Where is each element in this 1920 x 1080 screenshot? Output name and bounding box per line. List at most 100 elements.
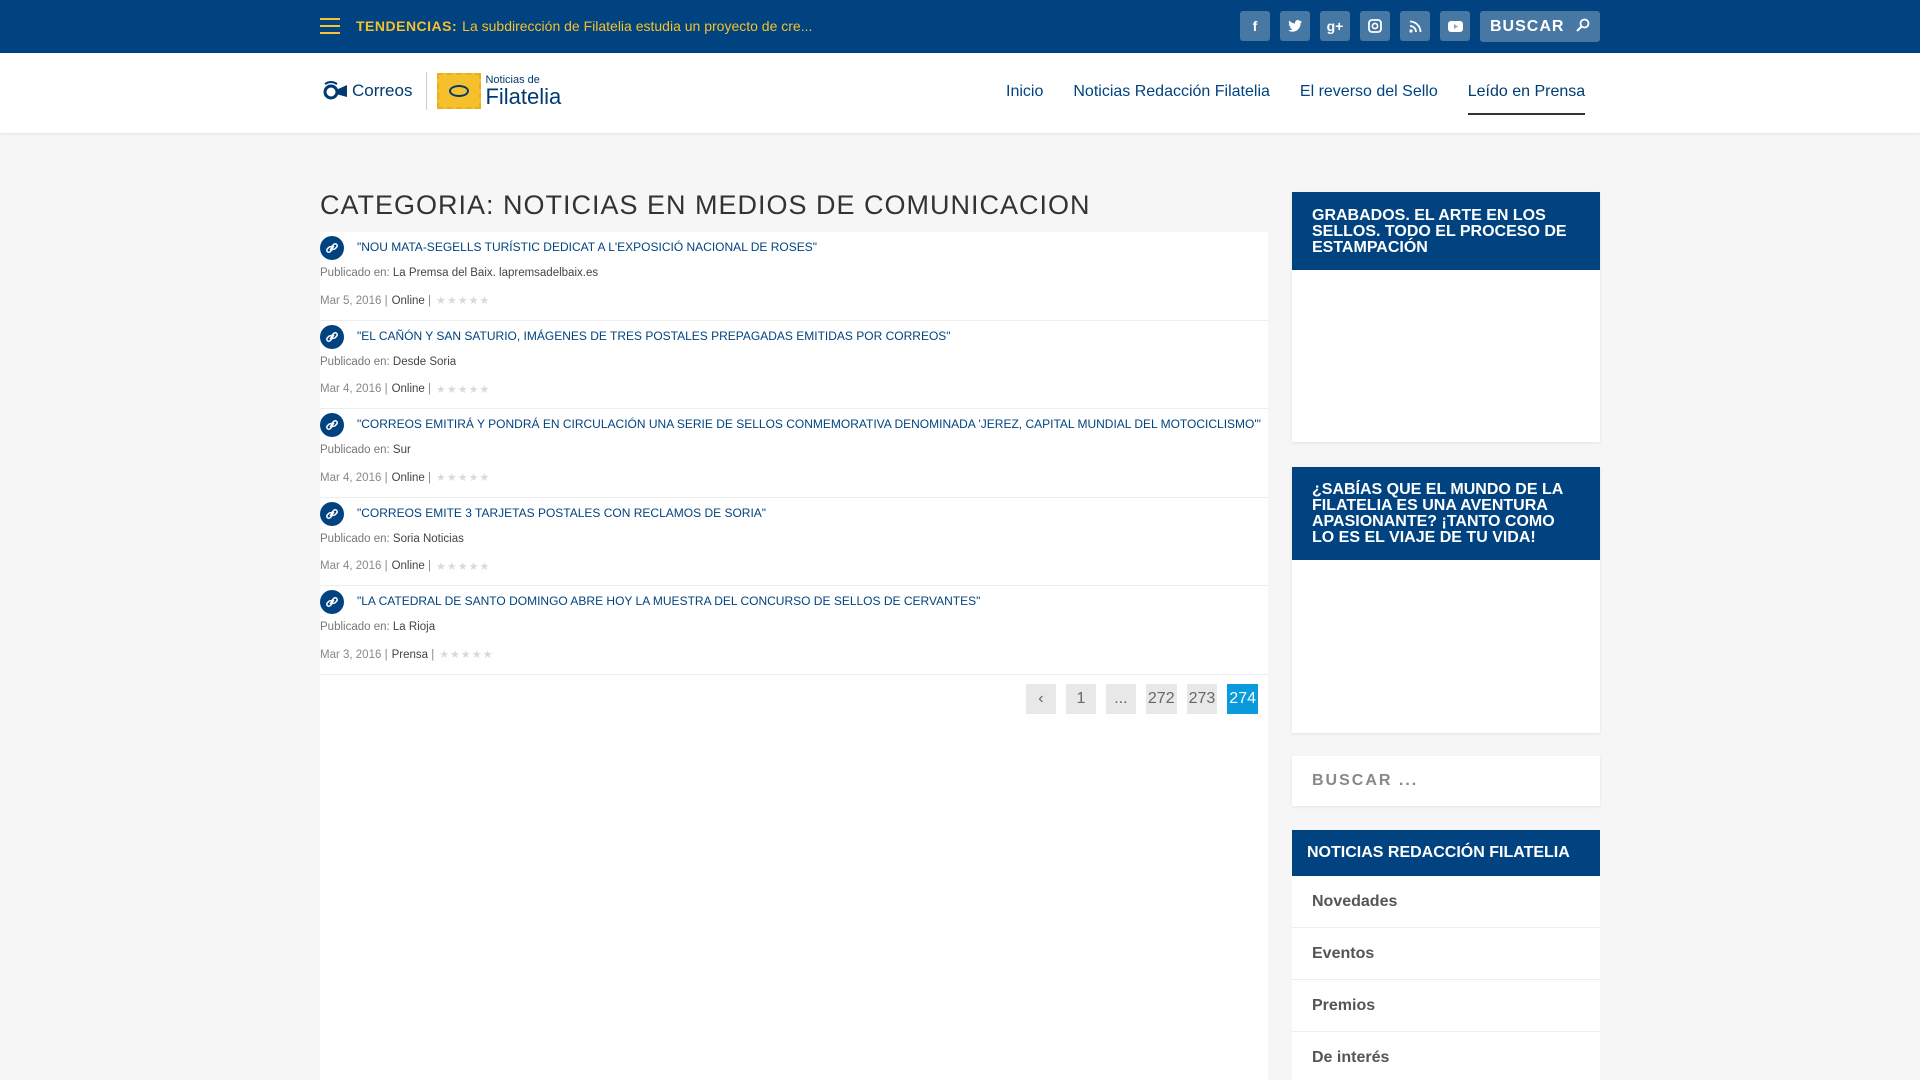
sidebar-widget-grabados: GRABADOS. EL ARTE EN LOS SELLOS. TODO EL…: [1292, 192, 1600, 442]
post-source: Publicado en: Desde Soria: [320, 356, 456, 368]
post-date: Mar 5, 2016: [320, 294, 382, 307]
post-title-link[interactable]: "LA CATEDRAL DE SANTO DOMINGO ABRE HOY L…: [357, 594, 980, 608]
pagination: ‹ 1... 272 273 274: [1025, 684, 1258, 714]
rating-stars[interactable]: ★★★★★: [436, 471, 490, 484]
rss-icon[interactable]: [1400, 11, 1430, 41]
post-source: Publicado en: La Premsa del Baix. laprem…: [320, 267, 598, 279]
rating-stars[interactable]: ★★★★★: [436, 560, 490, 573]
published-label: Publicado en:: [320, 621, 390, 633]
correos-text: Correos: [352, 81, 413, 100]
source-name: Sur: [392, 444, 411, 456]
post-meta: Mar 5, 2016 | Online | ★★★★★: [320, 294, 491, 308]
page-link: ...: [1105, 684, 1136, 714]
post-item: "EL CAÑÓN Y SAN SATURIO, IMÁGENES DE TRE…: [320, 321, 1268, 409]
post-source: Publicado en: La Rioja: [320, 621, 435, 633]
post-meta: Mar 4, 2016 | Online | ★★★★★: [320, 383, 491, 396]
published-label: Publicado en:: [320, 267, 390, 279]
category-link-premios[interactable]: Premios: [1292, 980, 1600, 1032]
page-title: CATEGORIA: NOTICIAS EN MEDIOS DE COMUNIC…: [320, 190, 1091, 220]
published-label: Publicado en:: [320, 532, 390, 545]
post-source: Publicado en: Sur: [320, 444, 411, 456]
trending-text[interactable]: La subdirección de Filatelia estudia un …: [462, 18, 812, 34]
category-link-de-interes[interactable]: De interés: [1292, 1032, 1600, 1080]
post-category-link[interactable]: Prensa: [392, 649, 428, 661]
facebook-icon[interactable]: f: [1240, 11, 1270, 41]
page-link[interactable]: 1: [1065, 684, 1096, 714]
published-label: Publicado en:: [320, 355, 390, 368]
link-icon: [320, 413, 344, 437]
post-category-link[interactable]: Online: [392, 295, 425, 307]
post-category-link[interactable]: Online: [392, 560, 425, 572]
widget-title[interactable]: GRABADOS. EL ARTE EN LOS SELLOS. TODO EL…: [1292, 192, 1600, 270]
post-horn-icon: [323, 81, 347, 100]
post-meta: Mar 3, 2016 | Prensa | ★★★★★: [320, 648, 494, 662]
site-header: Correos Noticias de Filatelia Inicio Not…: [0, 53, 1920, 133]
link-icon: [320, 324, 344, 349]
nav-reverso-sello[interactable]: El reverso del Sello: [1300, 83, 1438, 115]
site-logo[interactable]: Correos Noticias de Filatelia: [322, 71, 561, 111]
post-title-link[interactable]: "CORREOS EMITE 3 TARJETAS POSTALES CON R…: [357, 506, 766, 520]
google-plus-icon[interactable]: g+: [1320, 11, 1350, 41]
logo-divider: [426, 72, 428, 110]
post-category-link[interactable]: Online: [392, 472, 425, 484]
sidebar-widget-aventura: ¿SABÍAS QUE EL MUNDO DE LA FILATELIA ES …: [1292, 467, 1600, 733]
sidebar-categories: NOTICIAS REDACCIÓN FILATELIA Novedades E…: [1292, 830, 1600, 1080]
sidebar-search: [1292, 756, 1600, 806]
post-item: "NOU MATA-SEGELLS TURÍSTIC DEDICAT A L'E…: [320, 232, 1268, 321]
posts-list: "NOU MATA-SEGELLS TURÍSTIC DEDICAT A L'E…: [320, 232, 1268, 1080]
source-name: La Premsa del Baix. lapremsadelbaix.es: [392, 267, 599, 279]
post-date: Mar 4, 2016: [320, 383, 382, 395]
correos-logo: Correos: [322, 80, 412, 102]
page-link[interactable]: 272: [1145, 684, 1177, 714]
post-item: "CORREOS EMITE 3 TARJETAS POSTALES CON R…: [320, 498, 1268, 586]
search-icon: [1576, 18, 1590, 32]
widget-title: NOTICIAS REDACCIÓN FILATELIA: [1292, 830, 1600, 876]
widget-title[interactable]: ¿SABÍAS QUE EL MUNDO DE LA FILATELIA ES …: [1292, 467, 1600, 560]
twitter-icon[interactable]: [1280, 11, 1310, 41]
post-meta: Mar 4, 2016 | Online | ★★★★★: [320, 560, 491, 573]
stamp-icon: [437, 73, 482, 109]
trending-ticker[interactable]: TENDENCIAS: La subdirección de Filatelia …: [356, 18, 812, 34]
category-link-eventos[interactable]: Eventos: [1292, 928, 1600, 980]
top-search-label: BUSCAR: [1490, 17, 1565, 35]
post-item: "LA CATEDRAL DE SANTO DOMINGO ABRE HOY L…: [320, 586, 1268, 675]
source-name: Desde Soria: [392, 355, 457, 368]
rating-stars[interactable]: ★★★★★: [436, 383, 490, 396]
page-link[interactable]: 274: [1227, 684, 1258, 714]
source-name: Soria Noticias: [392, 532, 464, 545]
top-search-button[interactable]: BUSCAR: [1480, 11, 1600, 42]
post-title-link[interactable]: "CORREOS EMITIRÁ Y PONDRÁ EN CIRCULACIÓN…: [357, 417, 1261, 431]
post-meta: Mar 4, 2016 | Online | ★★★★★: [320, 471, 491, 485]
top-bar: TENDENCIAS: La subdirección de Filatelia …: [0, 0, 1920, 53]
nav-leido-prensa[interactable]: Leído en Prensa: [1467, 83, 1586, 115]
published-label: Publicado en:: [320, 444, 390, 456]
youtube-icon[interactable]: [1440, 11, 1470, 41]
link-icon: [320, 501, 344, 526]
post-item: "CORREOS EMITIRÁ Y PONDRÁ EN CIRCULACIÓN…: [320, 409, 1268, 498]
trending-label: TENDENCIAS:: [356, 18, 458, 34]
post-source: Publicado en: Soria Noticias: [320, 533, 464, 545]
nav-noticias-redaccion[interactable]: Noticias Redacción Filatelia: [1073, 83, 1270, 115]
rating-stars[interactable]: ★★★★★: [436, 294, 490, 307]
social-links: f g+: [1240, 11, 1470, 41]
post-date: Mar 4, 2016: [320, 471, 382, 484]
post-title-link[interactable]: "NOU MATA-SEGELLS TURÍSTIC DEDICAT A L'E…: [357, 240, 817, 254]
link-icon: [320, 236, 344, 260]
main-content: CATEGORIA: NOTICIAS EN MEDIOS DE COMUNIC…: [320, 190, 1268, 232]
category-link-novedades[interactable]: Novedades: [1292, 876, 1600, 928]
post-date: Mar 4, 2016: [320, 560, 382, 572]
filatelia-logo: Noticias de Filatelia: [485, 74, 562, 109]
source-name: La Rioja: [392, 621, 436, 633]
post-date: Mar 3, 2016: [320, 648, 382, 661]
logo-big-text: Filatelia: [485, 83, 562, 109]
menu-icon[interactable]: [320, 18, 340, 34]
post-category-link[interactable]: Online: [392, 383, 425, 395]
prev-page-button[interactable]: ‹: [1025, 684, 1056, 714]
sidebar-search-input[interactable]: [1292, 756, 1600, 806]
nav-inicio[interactable]: Inicio: [1006, 83, 1043, 115]
rating-stars[interactable]: ★★★★★: [439, 648, 493, 661]
page-link[interactable]: 273: [1186, 684, 1218, 714]
main-nav: Inicio Noticias Redacción Filatelia El r…: [1006, 83, 1586, 115]
post-title-link[interactable]: "EL CAÑÓN Y SAN SATURIO, IMÁGENES DE TRE…: [357, 329, 951, 343]
instagram-icon[interactable]: [1360, 11, 1390, 41]
